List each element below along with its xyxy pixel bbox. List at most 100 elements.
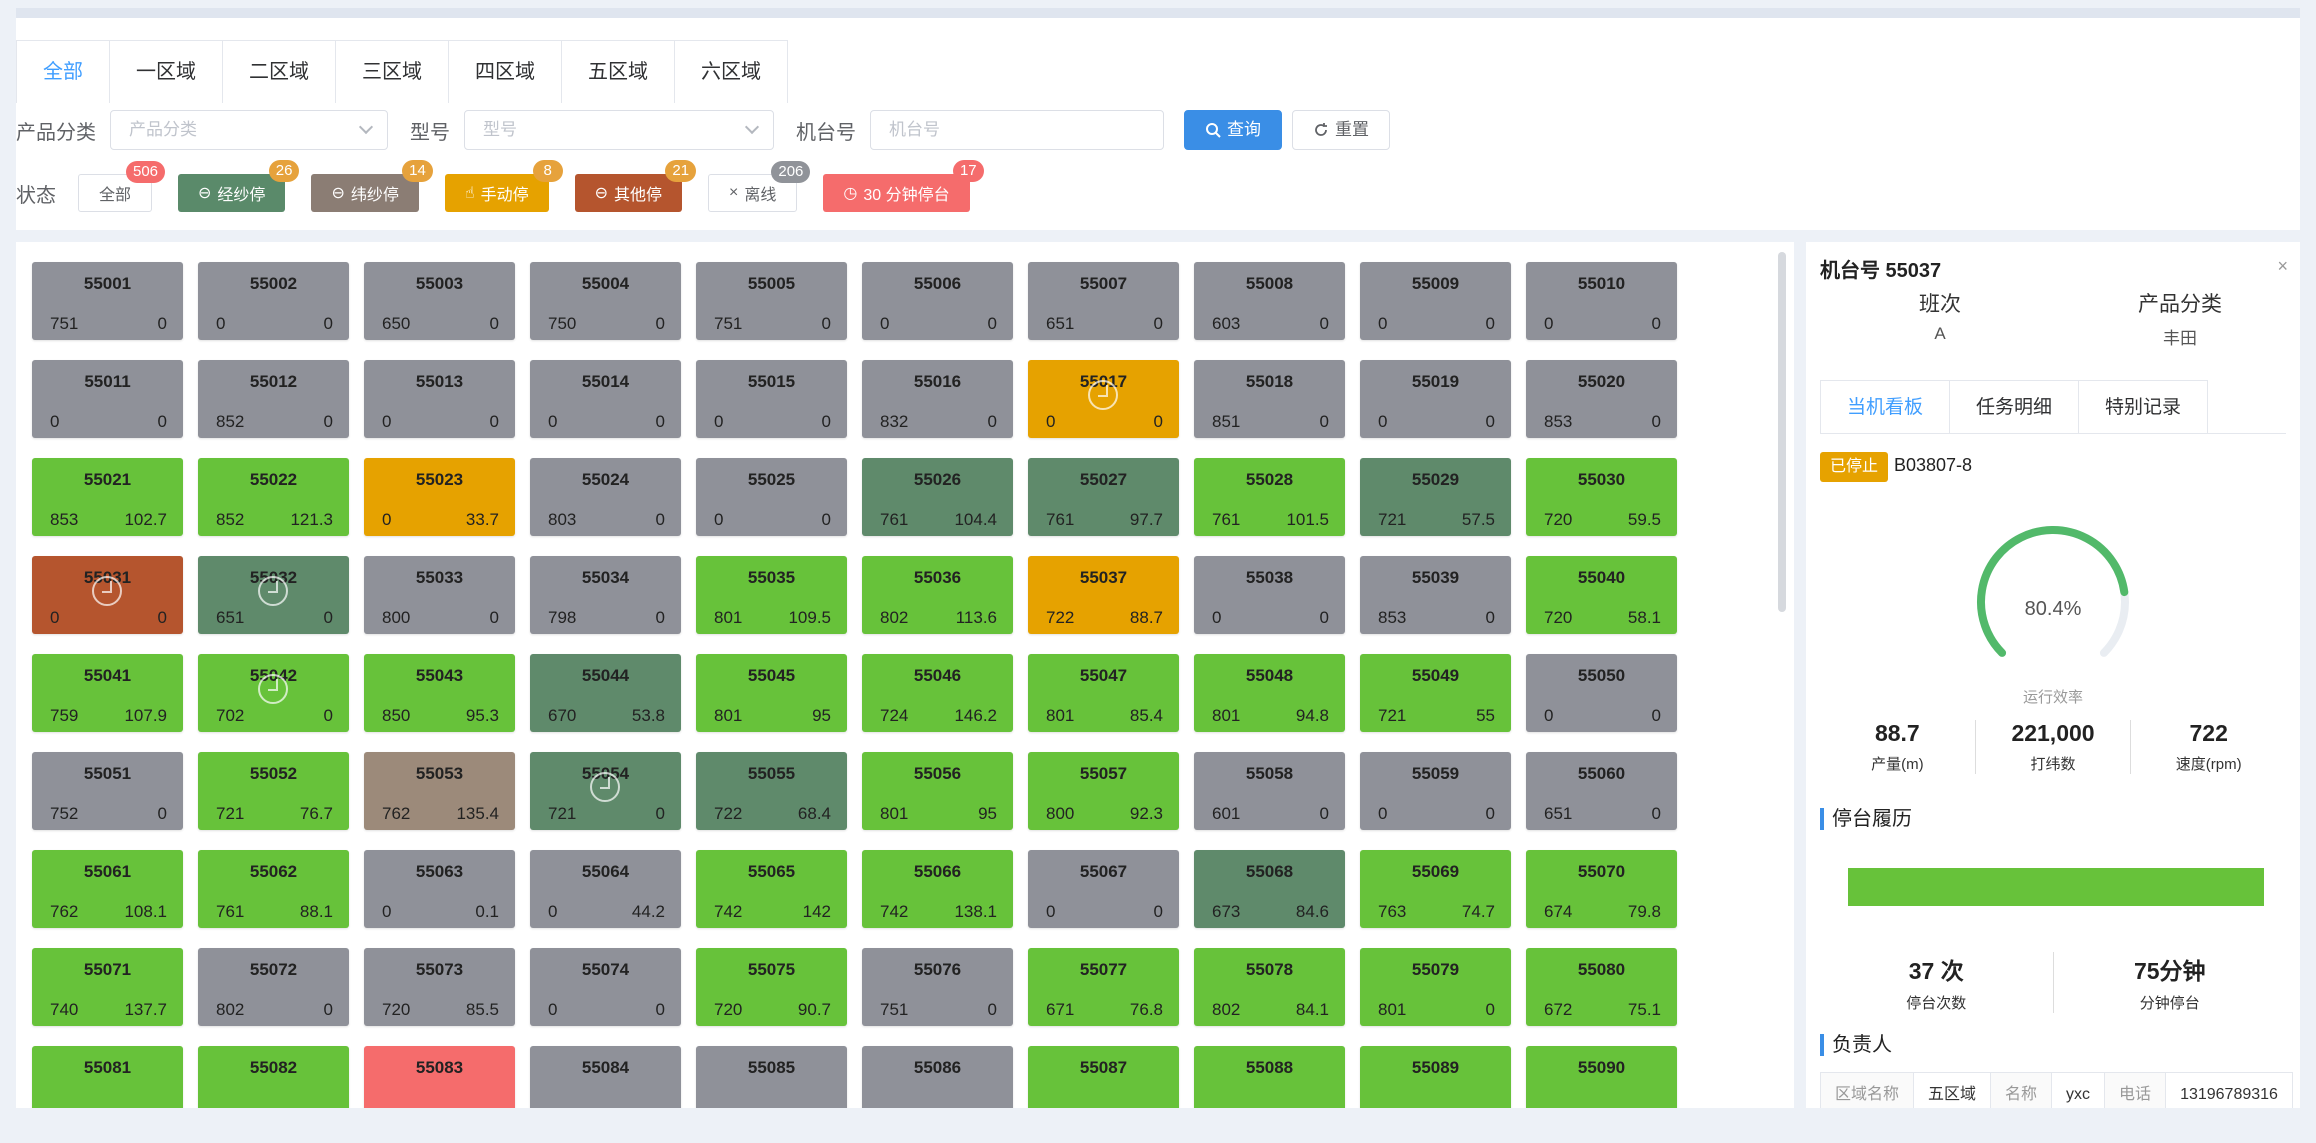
machine-cell[interactable]: 55023 0 33.7 (364, 458, 515, 536)
reset-button[interactable]: 重置 (1292, 110, 1390, 150)
machine-cell[interactable]: 55047 801 85.4 (1028, 654, 1179, 732)
machine-cell[interactable]: 55087 (1028, 1046, 1179, 1108)
machine-cell[interactable]: 55053 762 135.4 (364, 752, 515, 830)
tab-machine-board[interactable]: 当机看板 (1820, 380, 1951, 434)
machine-cell[interactable]: 55041 759 107.9 (32, 654, 183, 732)
machine-cell[interactable]: 55090 (1526, 1046, 1677, 1108)
machine-cell[interactable]: 55013 0 0 (364, 360, 515, 438)
machine-cell[interactable]: 55083 (364, 1046, 515, 1108)
machine-cell[interactable]: 55021 853 102.7 (32, 458, 183, 536)
machine-cell[interactable]: 55076 751 0 (862, 948, 1013, 1026)
close-icon[interactable]: × (2277, 256, 2288, 277)
machine-cell[interactable]: 55070 674 79.8 (1526, 850, 1677, 928)
machine-cell[interactable]: 55079 801 0 (1360, 948, 1511, 1026)
machine-cell[interactable]: 55057 800 92.3 (1028, 752, 1179, 830)
machine-cell[interactable]: 55049 721 55 (1360, 654, 1511, 732)
machine-cell[interactable]: 55002 0 0 (198, 262, 349, 340)
machine-cell[interactable]: 55025 0 0 (696, 458, 847, 536)
tab-region-1[interactable]: 一区域 (110, 40, 223, 103)
tab-region-6[interactable]: 六区域 (675, 40, 788, 103)
machine-cell[interactable]: 55081 (32, 1046, 183, 1108)
machine-cell[interactable]: 55008 603 0 (1194, 262, 1345, 340)
machine-cell[interactable]: 55040 720 58.1 (1526, 556, 1677, 634)
machine-cell[interactable]: 55052 721 76.7 (198, 752, 349, 830)
machine-cell[interactable]: 55045 801 95 (696, 654, 847, 732)
machine-cell[interactable]: 55077 671 76.8 (1028, 948, 1179, 1026)
status-filter-2[interactable]: ⊖ 纬纱停 14 (311, 160, 433, 212)
tab-region-4[interactable]: 四区域 (449, 40, 562, 103)
machine-cell[interactable]: 55071 740 137.7 (32, 948, 183, 1026)
machine-cell[interactable]: 55017 0 0 (1028, 360, 1179, 438)
machine-cell[interactable]: 55029 721 57.5 (1360, 458, 1511, 536)
machine-cell[interactable]: 55059 0 0 (1360, 752, 1511, 830)
machine-cell[interactable]: 55015 0 0 (696, 360, 847, 438)
machine-cell[interactable]: 55018 851 0 (1194, 360, 1345, 438)
machine-cell[interactable]: 55039 853 0 (1360, 556, 1511, 634)
machine-cell[interactable]: 55042 702 0 (198, 654, 349, 732)
machine-cell[interactable]: 55034 798 0 (530, 556, 681, 634)
machine-cell[interactable]: 55043 850 95.3 (364, 654, 515, 732)
machine-cell[interactable]: 55032 651 0 (198, 556, 349, 634)
machine-cell[interactable]: 55028 761 101.5 (1194, 458, 1345, 536)
machine-cell[interactable]: 55082 (198, 1046, 349, 1108)
machine-cell[interactable]: 55085 (696, 1046, 847, 1108)
machine-cell[interactable]: 55075 720 90.7 (696, 948, 847, 1026)
machine-cell[interactable]: 55063 0 0.1 (364, 850, 515, 928)
tab-all[interactable]: 全部 (16, 40, 110, 103)
machine-cell[interactable]: 55031 0 0 (32, 556, 183, 634)
tab-region-3[interactable]: 三区域 (336, 40, 449, 103)
machine-cell[interactable]: 55024 803 0 (530, 458, 681, 536)
status-filter-0[interactable]: 全部 506 (78, 161, 166, 212)
machine-cell[interactable]: 55037 722 88.7 (1028, 556, 1179, 634)
machine-cell[interactable]: 55010 0 0 (1526, 262, 1677, 340)
machine-cell[interactable]: 55060 651 0 (1526, 752, 1677, 830)
machine-cell[interactable]: 55088 (1194, 1046, 1345, 1108)
machine-cell[interactable]: 55004 750 0 (530, 262, 681, 340)
product-select[interactable]: 产品分类 (110, 110, 388, 150)
status-filter-4[interactable]: ⊖ 其他停 21 (574, 160, 697, 212)
machine-cell[interactable]: 55044 670 53.8 (530, 654, 681, 732)
query-button[interactable]: 查询 (1184, 110, 1282, 150)
machine-cell[interactable]: 55012 852 0 (198, 360, 349, 438)
machine-cell[interactable]: 55058 601 0 (1194, 752, 1345, 830)
tab-special-record[interactable]: 特别记录 (2079, 380, 2209, 434)
machine-cell[interactable]: 55080 672 75.1 (1526, 948, 1677, 1026)
machine-cell[interactable]: 55048 801 94.8 (1194, 654, 1345, 732)
machine-cell[interactable]: 55054 721 0 (530, 752, 681, 830)
machine-cell[interactable]: 55006 0 0 (862, 262, 1013, 340)
machine-cell[interactable]: 55036 802 113.6 (862, 556, 1013, 634)
machine-cell[interactable]: 55056 801 95 (862, 752, 1013, 830)
machine-cell[interactable]: 55050 0 0 (1526, 654, 1677, 732)
machine-cell[interactable]: 55014 0 0 (530, 360, 681, 438)
machine-cell[interactable]: 55022 852 121.3 (198, 458, 349, 536)
machine-cell[interactable]: 55038 0 0 (1194, 556, 1345, 634)
scrollbar[interactable] (1778, 252, 1786, 612)
machine-cell[interactable]: 55046 724 146.2 (862, 654, 1013, 732)
machine-cell[interactable]: 55086 (862, 1046, 1013, 1108)
status-filter-6[interactable]: ◷ 30 分钟停台 17 (823, 160, 984, 212)
machine-cell[interactable]: 55003 650 0 (364, 262, 515, 340)
status-filter-1[interactable]: ⊖ 经纱停 26 (178, 160, 300, 212)
machine-cell[interactable]: 55027 761 97.7 (1028, 458, 1179, 536)
model-select[interactable]: 型号 (464, 110, 774, 150)
machine-cell[interactable]: 55065 742 142 (696, 850, 847, 928)
status-filter-5[interactable]: × 离线 206 (708, 161, 811, 212)
machine-cell[interactable]: 55069 763 74.7 (1360, 850, 1511, 928)
machine-cell[interactable]: 55051 752 0 (32, 752, 183, 830)
tab-region-2[interactable]: 二区域 (223, 40, 336, 103)
machine-cell[interactable]: 55078 802 84.1 (1194, 948, 1345, 1026)
machine-cell[interactable]: 55066 742 138.1 (862, 850, 1013, 928)
machine-cell[interactable]: 55035 801 109.5 (696, 556, 847, 634)
machine-cell[interactable]: 55033 800 0 (364, 556, 515, 634)
machine-cell[interactable]: 55020 853 0 (1526, 360, 1677, 438)
machine-cell[interactable]: 55019 0 0 (1360, 360, 1511, 438)
machine-cell[interactable]: 55026 761 104.4 (862, 458, 1013, 536)
status-filter-3[interactable]: ☝ 手动停 8 (444, 160, 563, 212)
machine-cell[interactable]: 55084 (530, 1046, 681, 1108)
tab-region-5[interactable]: 五区域 (562, 40, 675, 103)
machine-cell[interactable]: 55089 (1360, 1046, 1511, 1108)
machine-cell[interactable]: 55005 751 0 (696, 262, 847, 340)
machine-cell[interactable]: 55062 761 88.1 (198, 850, 349, 928)
machine-cell[interactable]: 55073 720 85.5 (364, 948, 515, 1026)
machine-cell[interactable]: 55068 673 84.6 (1194, 850, 1345, 928)
